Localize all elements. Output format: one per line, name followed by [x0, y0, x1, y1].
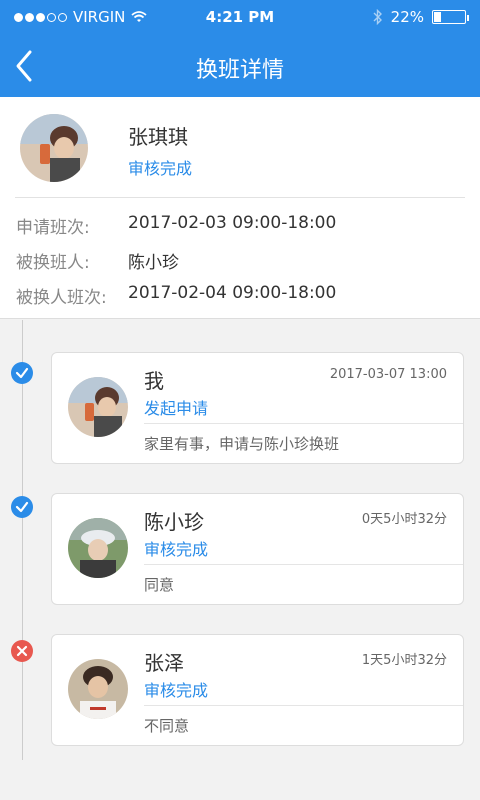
check-icon: [11, 496, 33, 518]
avatar: [68, 377, 128, 437]
step-status: 发起申请: [144, 399, 209, 418]
timeline-card: 张泽 1天5小时32分 审核完成 不同意: [51, 634, 464, 746]
battery-icon: [432, 10, 469, 24]
avatar: [68, 518, 128, 578]
step-note: 家里有事，申请与陈小珍换班: [144, 435, 340, 453]
step-status: 审核完成: [144, 681, 209, 700]
timestamp: 1天5小时32分: [361, 653, 447, 668]
applicant-card: 张琪琪 审核完成 申请班次: 2017-02-03 09:00-18:00 被换…: [0, 97, 480, 319]
detail-label: 被换班人:: [16, 253, 90, 273]
applicant-name: 张琪琪: [128, 125, 188, 149]
divider: [144, 564, 463, 565]
divider: [144, 705, 463, 706]
timestamp: 2017-03-07 13:00: [329, 367, 447, 382]
applicant-status: 审核完成: [128, 159, 193, 178]
page-title: 换班详情: [195, 58, 284, 83]
step-note: 同意: [144, 576, 175, 594]
close-icon: [11, 640, 33, 662]
battery-group: 22%: [373, 8, 469, 26]
divider: [15, 197, 465, 198]
nav-bar: 换班详情: [0, 34, 480, 97]
step-status: 审核完成: [144, 540, 209, 559]
timeline-line: [22, 320, 23, 760]
reviewer-name: 陈小珍: [144, 510, 204, 534]
step-note: 不同意: [144, 717, 190, 735]
timeline-card: 陈小珍 0天5小时32分 审核完成 同意: [51, 493, 464, 605]
timeline-card: 我 2017-03-07 13:00 发起申请 家里有事，申请与陈小珍换班: [51, 352, 464, 464]
battery-percent: 22%: [390, 8, 424, 26]
detail-value: 陈小珍: [128, 253, 179, 273]
check-icon: [11, 362, 33, 384]
detail-label: 申请班次:: [16, 218, 90, 238]
avatar: [68, 659, 128, 719]
divider: [144, 423, 463, 424]
detail-value: 2017-02-03 09:00-18:00: [128, 213, 337, 233]
reviewer-name: 我: [144, 369, 164, 393]
status-bar: VIRGIN 4:21 PM 22%: [0, 0, 480, 34]
detail-label: 被换人班次:: [16, 288, 107, 308]
timestamp: 0天5小时32分: [361, 512, 447, 527]
applicant-avatar: [20, 114, 88, 182]
top-bar: VIRGIN 4:21 PM 22% 换班详情: [0, 0, 480, 97]
detail-value: 2017-02-04 09:00-18:00: [128, 283, 337, 303]
bluetooth-icon: [373, 9, 382, 25]
reviewer-name: 张泽: [144, 651, 184, 675]
